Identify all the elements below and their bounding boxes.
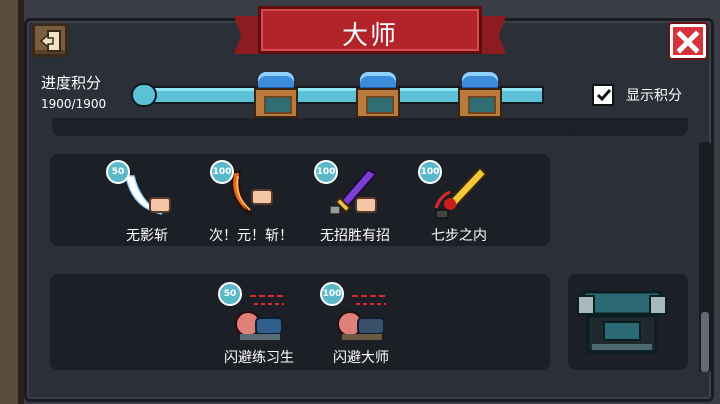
back-button[interactable] xyxy=(32,23,68,57)
chest-icon xyxy=(458,88,502,118)
skill-name: 无影斩 xyxy=(126,228,168,244)
page-title: 大师 xyxy=(341,21,398,51)
skill-item[interactable]: 50 无影斩 xyxy=(102,160,192,250)
scrollbar[interactable] xyxy=(699,142,711,372)
progress-label: 进度积分 xyxy=(41,74,102,92)
skill-item[interactable]: 100 无招胜有招 xyxy=(310,160,400,250)
show-points-label: 显示积分 xyxy=(626,88,682,104)
close-icon xyxy=(676,30,700,54)
previous-chest-edge xyxy=(568,118,688,136)
reward-chest-icon[interactable] xyxy=(574,288,670,358)
chest-icon xyxy=(356,88,400,118)
skill-item[interactable]: 100 七步之内 xyxy=(414,160,504,250)
banner-main: 大师 xyxy=(258,6,482,54)
background-edge xyxy=(0,0,24,404)
checkmark-icon xyxy=(596,89,612,102)
points-badge: 100 xyxy=(210,160,234,184)
skill-row: 50 闪避练习生 100 闪避大师 xyxy=(50,274,550,370)
close-button[interactable] xyxy=(670,24,706,58)
skill-name: 七步之内 xyxy=(431,228,487,244)
points-badge: 50 xyxy=(218,282,242,306)
scrollbar-thumb[interactable] xyxy=(701,312,709,372)
skill-item[interactable]: 50 闪避练习生 xyxy=(214,282,304,372)
points-badge: 50 xyxy=(106,160,130,184)
previous-row-edge xyxy=(52,118,582,136)
milestone-chest-2[interactable] xyxy=(356,72,400,122)
progress-count: 1900/1900 xyxy=(41,97,107,111)
milestone-chest-3[interactable] xyxy=(458,72,502,122)
title-banner: 大师 xyxy=(234,6,506,60)
skill-item[interactable]: 100 闪避大师 xyxy=(316,282,406,372)
show-points-checkbox[interactable] xyxy=(592,84,614,106)
milestone-chest-1[interactable] xyxy=(254,72,298,122)
chest-icon xyxy=(254,88,298,118)
skill-name: 次！元！斩！ xyxy=(209,228,293,244)
points-badge: 100 xyxy=(320,282,344,306)
skill-item[interactable]: 100 次！元！斩！ xyxy=(206,160,296,250)
points-badge: 100 xyxy=(314,160,338,184)
points-badge: 100 xyxy=(418,160,442,184)
skill-name: 闪避大师 xyxy=(333,350,389,366)
skill-name: 无招胜有招 xyxy=(320,228,390,244)
progress-bar-cap xyxy=(131,83,157,107)
exit-door-icon xyxy=(39,30,61,52)
skill-row: 50 无影斩 100 次！元！斩！ 100 无招胜有招 100 七步之内 xyxy=(50,154,550,246)
skill-name: 闪避练习生 xyxy=(224,350,294,366)
